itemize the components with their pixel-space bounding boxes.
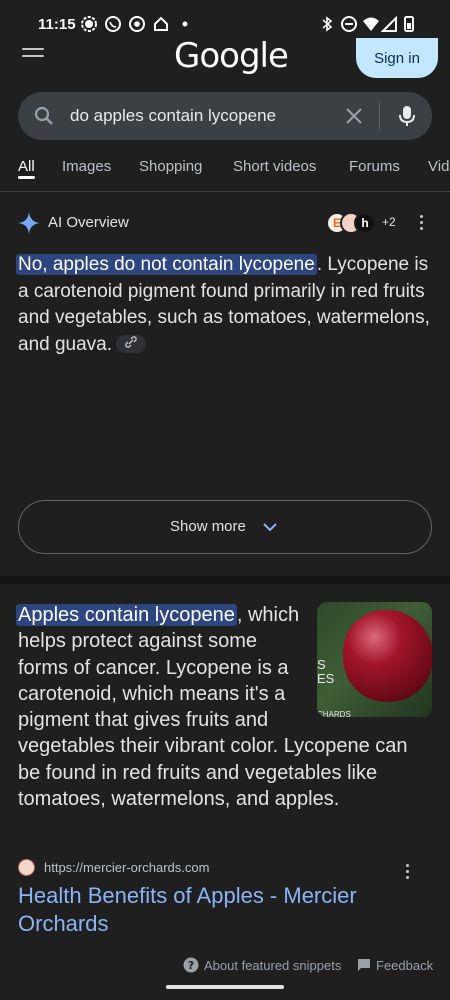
apple-image xyxy=(343,610,432,702)
svg-text:?: ? xyxy=(188,959,194,972)
link-icon[interactable] xyxy=(116,335,147,354)
feedback-link[interactable]: Feedback xyxy=(376,958,433,973)
bluetooth-icon xyxy=(322,16,333,32)
status-time: 11:15 xyxy=(38,16,76,33)
search-tabs: All Images Shopping Short videos Forums … xyxy=(0,156,450,192)
mercier-favicon xyxy=(18,859,35,876)
about-featured-snippets-link[interactable]: About featured snippets xyxy=(204,958,341,973)
active-tab-indicator xyxy=(18,176,35,179)
signal-app-icon xyxy=(81,16,97,32)
ai-overview-text: No, apples do not contain lycopene. Lyco… xyxy=(16,252,432,358)
tab-short-videos[interactable]: Short videos xyxy=(233,158,316,175)
home-app-icon xyxy=(154,16,168,31)
notification-dot-icon xyxy=(182,21,188,27)
dnd-icon xyxy=(341,16,357,32)
clear-icon[interactable] xyxy=(344,106,364,126)
source-url[interactable]: https://mercier-orchards.com xyxy=(44,860,209,875)
menu-icon[interactable] xyxy=(22,48,44,64)
featured-snippet: S ES CHARDS Apples contain lycopene, whic… xyxy=(16,602,432,812)
google-logo[interactable]: Google xyxy=(174,36,289,76)
section-divider xyxy=(0,576,450,584)
more-sources-count[interactable]: +2 xyxy=(382,215,396,229)
show-more-label: Show more xyxy=(170,518,246,535)
result-source[interactable]: https://mercier-orchards.com xyxy=(18,858,432,880)
ai-overview-highlight: No, apples do not contain lycopene xyxy=(16,254,317,275)
microphone-icon[interactable] xyxy=(396,104,418,128)
feedback-icon xyxy=(358,959,370,971)
tab-images[interactable]: Images xyxy=(62,158,111,175)
wifi-icon xyxy=(363,17,379,31)
chrome-icon xyxy=(129,16,145,32)
show-more-button[interactable]: Show more xyxy=(18,500,432,554)
source-favicon-h: h xyxy=(354,212,376,234)
image-text: S ES xyxy=(317,657,335,686)
result-more-icon[interactable] xyxy=(406,864,410,880)
snippet-footer: ? About featured snippets Feedback xyxy=(0,956,450,976)
tab-all[interactable]: All xyxy=(18,158,35,175)
whatsapp-icon xyxy=(105,16,121,32)
search-icon xyxy=(34,106,53,125)
result-title-link[interactable]: Health Benefits of Apples - Mercier Orch… xyxy=(18,882,398,938)
chevron-down-icon xyxy=(263,523,277,532)
snippet-image[interactable]: S ES CHARDS xyxy=(317,602,432,717)
ai-overview-more-icon[interactable] xyxy=(420,215,424,231)
image-caption: CHARDS xyxy=(317,710,351,717)
help-icon: ? xyxy=(183,957,199,973)
search-header: Google Sign in xyxy=(0,36,450,82)
sparkle-icon xyxy=(18,212,40,234)
tab-videos[interactable]: Vid xyxy=(428,158,449,175)
snippet-highlight: Apples contain lycopene xyxy=(16,604,237,626)
gesture-nav-bar[interactable] xyxy=(166,985,284,989)
search-input[interactable]: do apples contain lycopene xyxy=(70,106,276,126)
search-divider xyxy=(379,102,380,130)
battery-icon xyxy=(404,16,414,32)
cell-signal-icon xyxy=(380,15,397,32)
sign-in-button[interactable]: Sign in xyxy=(356,38,438,78)
ai-overview-header: AI Overview E h +2 xyxy=(18,210,432,236)
ai-overview-title: AI Overview xyxy=(48,214,129,231)
search-bar[interactable]: do apples contain lycopene xyxy=(18,92,432,140)
tab-shopping[interactable]: Shopping xyxy=(139,158,202,175)
tab-forums[interactable]: Forums xyxy=(349,158,400,175)
